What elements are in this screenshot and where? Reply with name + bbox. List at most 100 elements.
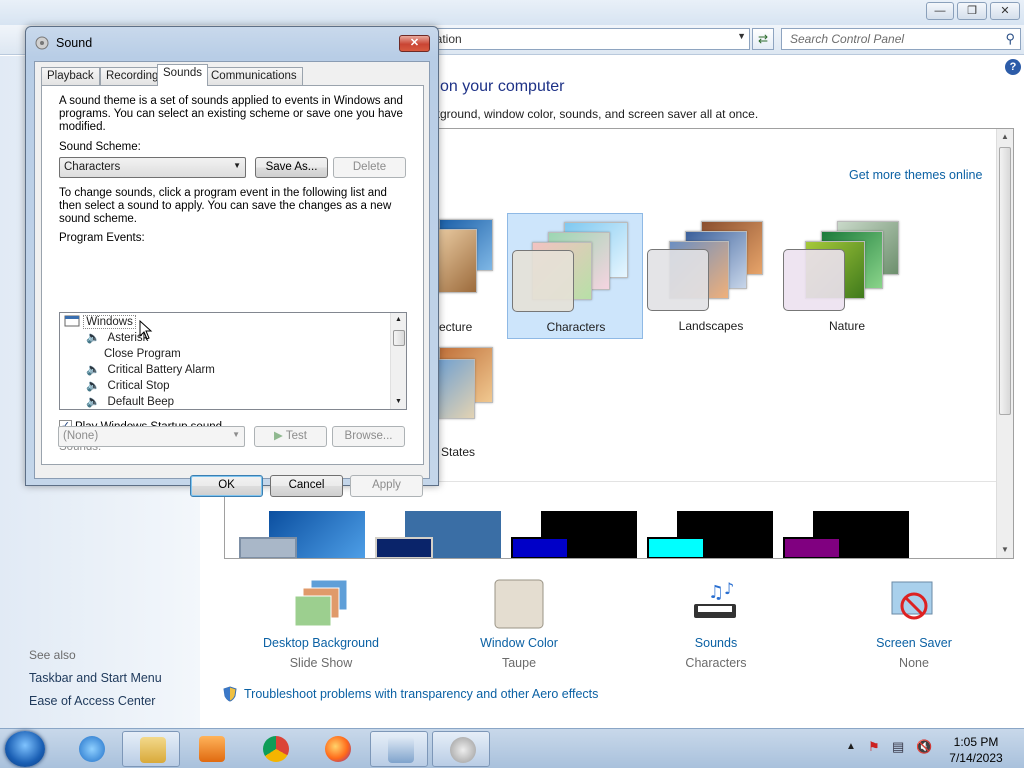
start-button[interactable] <box>5 731 45 767</box>
windows-group-icon <box>64 315 80 327</box>
tab-recording[interactable]: Recording <box>100 67 165 85</box>
clock-time[interactable]: 1:05 PM <box>946 735 1006 749</box>
sound-file-select[interactable]: (None) ▼ <box>58 426 245 447</box>
chevron-down-icon[interactable]: ▼ <box>737 31 746 41</box>
change-sounds-text: To change sounds, click a program event … <box>59 187 392 225</box>
search-icon[interactable]: ⚲ <box>1005 31 1015 47</box>
event-group-windows[interactable]: Windows <box>64 314 136 330</box>
program-events-list[interactable]: Windows 🔈 Asterisk Close Program 🔈 Criti… <box>59 312 407 410</box>
tab-communications[interactable]: Communications <box>205 67 303 85</box>
speaker-icon: 🔈 <box>86 364 101 376</box>
volume-muted-icon[interactable]: 🔇 <box>916 739 932 755</box>
network-icon[interactable]: ▤ <box>892 739 904 755</box>
save-as-button[interactable]: Save As... <box>255 157 328 178</box>
taskbar-control-panel[interactable] <box>370 731 428 767</box>
window-color-icon <box>494 579 544 629</box>
event-label: Critical Stop <box>107 380 170 392</box>
sounds-tab-panel: A sound theme is a set of sounds applied… <box>41 85 424 465</box>
tab-sounds[interactable]: Sounds <box>157 64 209 86</box>
window-color-swatch <box>783 249 845 311</box>
scroll-up-icon[interactable]: ▲ <box>391 313 406 327</box>
bottom-item-value: Taupe <box>501 656 537 670</box>
ease-of-access-link[interactable]: Ease of Access Center <box>29 694 155 708</box>
get-more-themes-link[interactable]: Get more themes online <box>849 168 982 182</box>
bottom-item-label: Window Color <box>480 636 558 650</box>
svg-text:♪: ♪ <box>724 579 734 598</box>
sounds-item[interactable]: ♫ ♪ Sounds Characters <box>641 578 791 670</box>
test-button-label: Test <box>285 430 307 442</box>
screen-saver-item[interactable]: Screen Saver None <box>839 578 989 670</box>
close-window-button[interactable]: ✕ <box>990 2 1020 20</box>
desktop-background-item[interactable]: Desktop Background Slide Show <box>246 578 396 670</box>
event-critical-stop[interactable]: 🔈 Critical Stop <box>86 378 170 394</box>
theme-nature[interactable]: Nature <box>779 213 915 339</box>
theme-high-contrast-2[interactable] <box>647 511 773 558</box>
bottom-item-value: None <box>899 656 929 670</box>
sound-scheme-select[interactable]: Characters ▼ <box>59 157 246 178</box>
event-close-program[interactable]: Close Program <box>104 346 181 362</box>
shield-icon <box>223 686 237 702</box>
close-dialog-button[interactable]: ✕ <box>399 35 430 52</box>
help-icon[interactable]: ? <box>1005 59 1021 75</box>
window-color-item[interactable]: Window Color Taupe <box>444 578 594 670</box>
taskbar-firefox[interactable] <box>308 731 366 767</box>
theme-high-contrast-1[interactable] <box>511 511 637 558</box>
show-hidden-icons-icon[interactable]: ▲ <box>846 741 856 752</box>
event-critical-battery-alarm[interactable]: 🔈 Critical Battery Alarm <box>86 362 215 378</box>
speaker-icon: 🔈 <box>86 332 101 344</box>
svg-text:♫: ♫ <box>708 582 724 603</box>
scroll-down-icon[interactable]: ▼ <box>997 542 1013 558</box>
taskbar-explorer[interactable] <box>122 731 180 767</box>
tab-playback[interactable]: Playback <box>41 67 100 85</box>
scroll-thumb[interactable] <box>393 330 405 346</box>
address-bar[interactable]: ization ▼ <box>420 28 750 50</box>
delete-button[interactable]: Delete <box>333 157 406 178</box>
sound-file-value: (None) <box>63 430 99 442</box>
theme-characters[interactable]: Characters <box>507 213 643 339</box>
intro-text: A sound theme is a set of sounds applied… <box>59 95 403 133</box>
taskbar-chrome[interactable] <box>246 731 304 767</box>
browse-button[interactable]: Browse... <box>332 426 405 447</box>
scroll-up-icon[interactable]: ▲ <box>997 129 1013 145</box>
window-color-swatch <box>512 250 574 312</box>
bottom-item-label: Sounds <box>694 636 738 650</box>
minimize-button[interactable]: — <box>926 2 954 20</box>
theme-thumbnail <box>435 359 475 419</box>
media-player-icon <box>199 736 225 762</box>
sounds-icon: ♫ ♪ <box>694 579 736 618</box>
action-center-icon[interactable]: ⚑ <box>868 739 880 755</box>
taskbar-sound[interactable] <box>432 731 490 767</box>
maximize-button[interactable]: ❐ <box>957 2 987 20</box>
bottom-item-value: Slide Show <box>289 656 353 670</box>
bottom-item-value: Characters <box>685 656 747 670</box>
clock-date[interactable]: 7/14/2023 <box>940 751 1012 765</box>
speaker-icon: 🔈 <box>86 380 101 392</box>
events-scrollbar[interactable]: ▲ ▼ <box>390 313 406 409</box>
page-description: kground, window color, sounds, and scree… <box>434 107 759 121</box>
theme-classic[interactable] <box>375 511 501 558</box>
taskbar-internet-explorer[interactable] <box>62 731 120 767</box>
troubleshoot-link[interactable]: Troubleshoot problems with transparency … <box>244 687 598 701</box>
bottom-item-label: Screen Saver <box>876 636 952 650</box>
mouse-cursor-icon <box>139 320 153 340</box>
dialog-body: Playback Recording Sounds Communications… <box>34 61 430 497</box>
theme-basic[interactable] <box>239 511 365 558</box>
cancel-button[interactable]: Cancel <box>270 475 343 497</box>
speaker-icon: 🔈 <box>86 396 101 408</box>
taskbar-media-player[interactable] <box>182 731 240 767</box>
window-color-swatch <box>511 537 569 558</box>
search-input[interactable]: Search Control Panel ⚲ <box>781 28 1021 50</box>
theme-landscapes[interactable]: Landscapes <box>643 213 779 339</box>
themes-scrollbar[interactable]: ▲ ▼ <box>996 129 1013 558</box>
test-button[interactable]: ▶ Test <box>254 426 327 447</box>
event-label: Critical Battery Alarm <box>107 364 215 376</box>
firefox-icon <box>325 736 351 762</box>
theme-high-contrast-black[interactable] <box>783 511 909 558</box>
taskbar-start-menu-link[interactable]: Taskbar and Start Menu <box>29 671 162 685</box>
scroll-thumb[interactable] <box>999 147 1011 415</box>
scroll-down-icon[interactable]: ▼ <box>391 395 406 409</box>
event-default-beep[interactable]: 🔈 Default Beep <box>86 394 174 409</box>
ok-button[interactable]: OK <box>190 475 263 497</box>
apply-button[interactable]: Apply <box>350 475 423 497</box>
refresh-icon[interactable]: ⇄ <box>752 28 774 50</box>
